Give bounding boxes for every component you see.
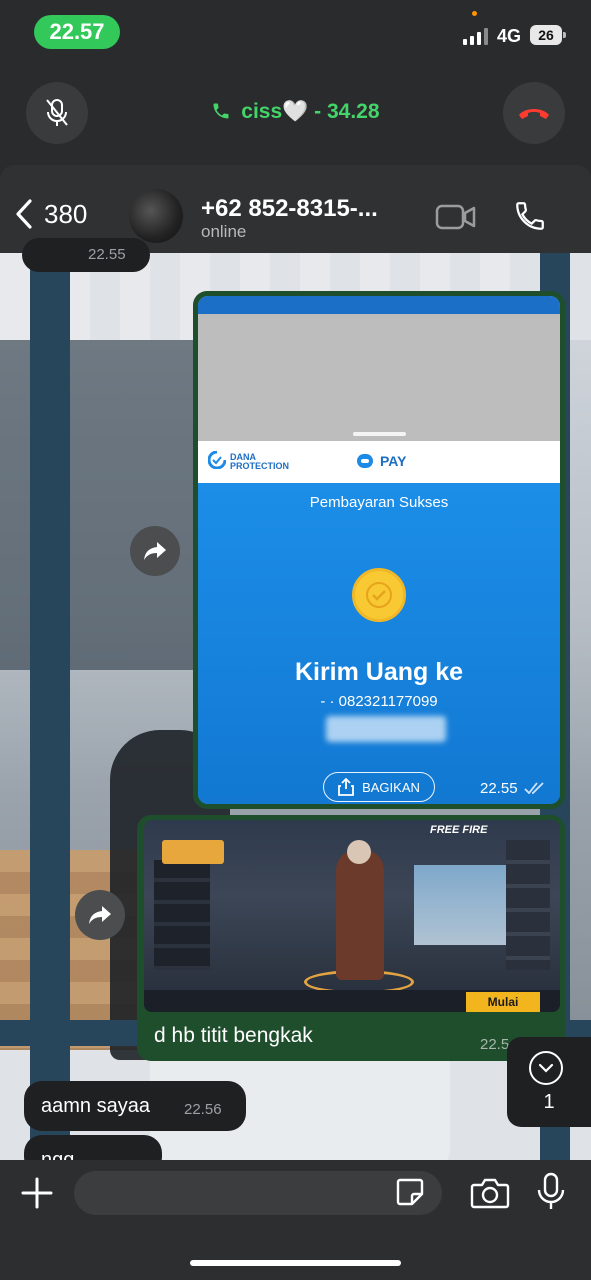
message-bubble-incoming-partial[interactable]: 22.55 (22, 238, 150, 272)
avatar[interactable] (129, 189, 183, 243)
message-time: 22.56 (184, 1101, 222, 1118)
back-button[interactable]: 380 (14, 198, 87, 230)
dana-shield-icon (208, 451, 226, 469)
unread-count: 380 (44, 198, 88, 229)
dana-payment-screenshot[interactable]: DANA PROTECTION PAY Pembayaran Sukses Ki… (198, 296, 560, 804)
transfer-title: Kirim Uang ke (294, 658, 464, 686)
battery-icon: 26 (530, 25, 566, 45)
new-message-count: 1 (543, 1091, 555, 1113)
share-label: BAGIKAN (362, 779, 420, 795)
network-type: 4G (497, 26, 522, 46)
sticker-icon[interactable] (394, 1176, 426, 1208)
dana-pay-label: PAY (380, 453, 407, 469)
dana-pay-logo: PAY (356, 453, 406, 469)
dana-backdrop (198, 296, 560, 441)
end-call-icon (519, 109, 549, 119)
message-text: d hb titit bengkak (154, 1024, 313, 1047)
scroll-to-bottom-button[interactable]: 1 (507, 1037, 591, 1127)
end-call-button[interactable] (503, 82, 565, 144)
share-button[interactable]: BAGIKAN (323, 772, 435, 802)
message-bubble-incoming[interactable]: aamn sayaa 22.56 (24, 1081, 246, 1131)
dana-success-panel (198, 483, 560, 804)
game-start-button: Mulai (466, 992, 540, 1012)
video-call-icon[interactable] (435, 203, 477, 231)
chevron-down-icon (529, 1051, 563, 1085)
phone-icon (213, 103, 229, 119)
battery-level: 26 (538, 27, 554, 43)
plus-icon[interactable] (20, 1176, 54, 1210)
payment-status: Pembayaran Sukses (309, 494, 449, 511)
forward-button[interactable] (130, 526, 180, 576)
forward-button[interactable] (75, 890, 125, 940)
game-character-head (347, 840, 371, 864)
dana-brand-bar: DANA PROTECTION PAY (198, 441, 560, 483)
ongoing-call-bar: ciss🤍 - 34.28 (0, 60, 591, 165)
camera-icon[interactable] (470, 1176, 510, 1210)
contact-status: online (201, 222, 247, 241)
read-receipt-icon (524, 782, 544, 795)
dana-top-bar (198, 296, 560, 314)
call-title-text: ciss🤍 - 34.28 (241, 100, 380, 123)
game-screenshot[interactable]: FREE FIRE Mulai (144, 820, 560, 1012)
game-right-panel (506, 840, 550, 970)
share-icon (338, 778, 354, 796)
game-logo: FREE FIRE (430, 824, 488, 836)
back-chevron-icon (16, 199, 32, 229)
contact-name[interactable]: +62 852-8315-... (201, 195, 378, 223)
dana-pay-icon (357, 454, 373, 468)
message-time: 22.55 (88, 246, 126, 263)
game-character (336, 850, 384, 980)
recipient-account: - · 082321177099 (320, 693, 438, 710)
forward-icon (89, 906, 111, 924)
privacy-indicator-dot (472, 11, 477, 16)
redacted-recipient-name (326, 716, 446, 742)
message-time: 22.5 (480, 1036, 510, 1053)
status-time: 22.57 (49, 19, 105, 44)
message-text: aamn sayaa (41, 1095, 150, 1117)
signal-icon (463, 27, 488, 45)
sheet-handle (353, 432, 406, 436)
game-side-menu (154, 860, 210, 970)
voice-call-icon[interactable] (513, 199, 547, 233)
game-shop-card (162, 840, 224, 864)
status-time-pill[interactable]: 22.57 (34, 15, 120, 49)
status-bar: 22.57 4G 26 (0, 0, 591, 60)
forward-icon (144, 542, 166, 560)
message-time: 22.55 (480, 780, 546, 797)
home-indicator (190, 1260, 401, 1266)
success-coin-icon (352, 568, 406, 622)
message-input[interactable] (74, 1171, 442, 1215)
mic-icon[interactable] (536, 1172, 566, 1212)
message-input-bar (0, 1160, 591, 1280)
dana-time-text: 22.55 (480, 780, 518, 797)
